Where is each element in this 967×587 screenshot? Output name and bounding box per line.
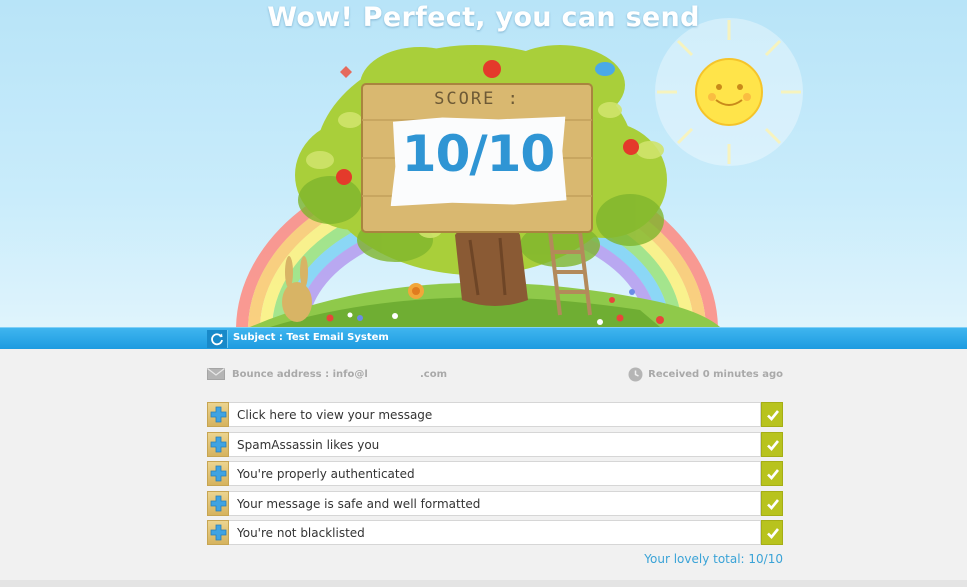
plus-icon [210,524,227,541]
score-sign: SCORE : 10/10 [363,85,591,231]
expand-button[interactable] [207,402,229,427]
checkmark-icon [767,469,780,480]
refresh-button[interactable] [207,330,228,348]
footer-divider [0,580,967,587]
expand-button[interactable] [207,490,229,516]
bounce-address: Bounce address : info@l .com [207,366,447,382]
result-label: You're not blacklisted [237,526,365,540]
received-time: Received 0 minutes ago [600,366,783,382]
pass-badge [761,402,783,427]
result-row-body[interactable]: You're properly authenticated [229,461,761,486]
pass-badge [761,520,783,545]
score-label: SCORE : [434,89,520,109]
plus-icon [210,495,227,511]
received-text: Received 0 minutes ago [648,368,783,380]
test-results-list: Click here to view your message SpamAssa… [207,402,783,550]
clock-icon [628,367,643,381]
result-row-body[interactable]: SpamAssassin likes you [229,431,761,457]
result-row-blacklist[interactable]: You're not blacklisted [207,520,783,545]
plus-icon [210,406,227,423]
result-row-body[interactable]: Click here to view your message [229,402,761,427]
plus-icon [210,436,227,452]
plus-icon [210,465,227,482]
result-label: Your message is safe and well formatted [237,496,481,511]
score-value: 10/10 [401,125,555,183]
envelope-icon [207,368,225,380]
pass-badge [761,431,783,457]
refresh-icon [211,333,223,346]
email-subject: Subject : Test Email System [233,332,389,343]
result-row-authenticated[interactable]: You're properly authenticated [207,461,783,486]
result-row-spamassassin[interactable]: SpamAssassin likes you [207,431,783,457]
checkmark-icon [767,439,780,451]
checkmark-icon [767,528,780,539]
checkmark-icon [767,498,780,510]
result-row-body[interactable]: Your message is safe and well formatted [229,490,761,516]
result-row-body[interactable]: You're not blacklisted [229,520,761,545]
pass-badge [761,490,783,516]
result-label: Click here to view your message [237,408,433,422]
subject-bar: Subject : Test Email System [0,327,967,349]
expand-button[interactable] [207,461,229,486]
expand-button[interactable] [207,520,229,545]
result-label: You're properly authenticated [237,467,415,481]
expand-button[interactable] [207,431,229,457]
checkmark-icon [767,410,780,421]
score-hero: Wow! Perfect, you can send SCORE : 10/10 [0,0,967,327]
bounce-address-text: Bounce address : info@l .com [232,368,447,380]
pass-badge [761,461,783,486]
total-score: Your lovely total: 10/10 [644,552,783,566]
result-row-safe-formatted[interactable]: Your message is safe and well formatted [207,490,783,516]
result-headline: Wow! Perfect, you can send [267,2,700,33]
result-label: SpamAssassin likes you [237,437,380,452]
result-row-view-message[interactable]: Click here to view your message [207,402,783,427]
